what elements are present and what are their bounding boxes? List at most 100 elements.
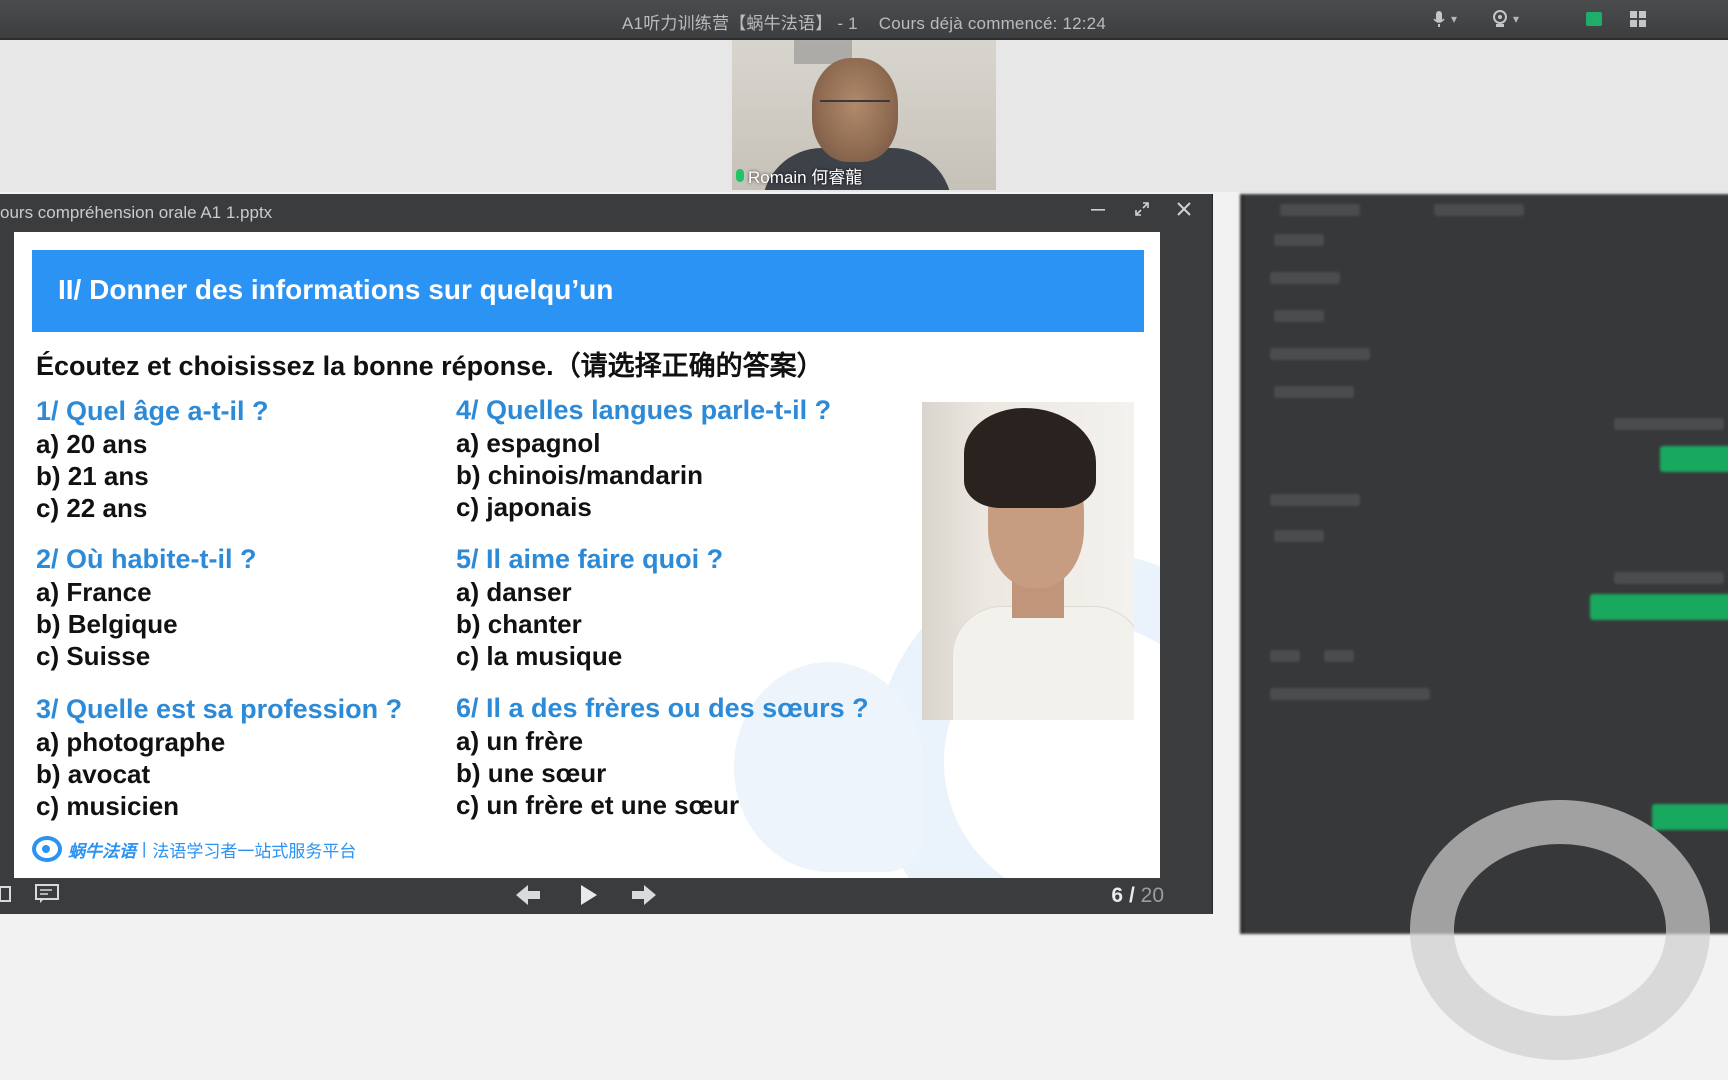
question-title: 1/ Quel âge a-t-il ? [36,396,269,426]
top-title-bar: A1听力训练营【蜗牛法语】 - 1 Cours déjà commencé: 1… [0,0,1728,40]
slide-header: II/ Donner des informations sur quelqu’u… [32,250,1144,332]
question-3: 3/ Quelle est sa profession ? a) photogr… [36,692,402,822]
grid-layout-icon [1630,11,1646,27]
brand-tagline: 法语学习者一站式服务平台 [152,841,357,861]
option: a) France [36,577,152,607]
status-green-icon [1586,12,1602,26]
course-title: A1听力训练营【蜗牛法语】 - 1 [622,14,858,33]
blurred-icon [1270,650,1300,662]
slide-instruction: Écoutez et choisissez la bonne réponse.（… [36,351,824,381]
thumbnail-toggle-button[interactable] [0,882,12,912]
portrait-shirt [952,606,1134,720]
option: c) la musique [456,641,623,671]
portrait-hair [964,408,1096,508]
mic-control[interactable]: ▾ [1432,8,1457,30]
blurred-text [1280,204,1360,216]
option: b) 21 ans [36,461,149,491]
current-page: 6 [1111,884,1124,907]
option: a) 20 ans [36,429,148,459]
notes-button[interactable] [34,882,60,912]
close-icon [1177,202,1191,216]
play-icon [581,885,597,905]
blurred-text [1270,272,1340,284]
blurred-message-bubble [1660,446,1728,472]
option: a) espagnol [456,428,601,458]
blurred-text [1274,310,1324,322]
play-button[interactable] [578,882,600,916]
blurred-icon [1324,650,1354,662]
participant-label: Romain 何睿龍 [736,163,862,188]
question-5: 5/ Il aime faire quoi ? a) danser b) cha… [456,542,723,672]
notes-icon [35,884,59,903]
status-indicator[interactable] [1586,8,1602,30]
option: b) chanter [456,609,582,639]
glasses [820,100,890,116]
blurred-text [1614,572,1724,584]
question-1: 1/ Quel âge a-t-il ? a) 20 ans b) 21 ans… [36,394,269,524]
blurred-text [1274,530,1324,542]
page-separator: / [1128,884,1135,907]
background-watermark [1410,800,1710,1060]
prev-slide-button[interactable] [514,882,542,916]
snail-logo-icon [32,836,62,862]
blurred-text [1270,348,1370,360]
option: c) 22 ans [36,493,148,523]
page-counter: 6 / 20 [1111,884,1164,908]
minimize-button[interactable] [1086,200,1110,224]
option: b) chinois/mandarin [456,460,704,490]
presentation-window: ours compréhension orale A1 1.pptx II/ D… [0,194,1213,914]
option: a) un frère [456,726,584,756]
next-slide-icon [632,885,656,905]
course-status: Cours déjà commencé: 12:24 [878,14,1106,33]
window-title: A1听力训练营【蜗牛法语】 - 1 Cours déjà commencé: 1… [0,9,1728,34]
total-pages: 20 [1140,884,1164,907]
blurred-text [1434,204,1524,216]
brand-footer: 蜗牛法语 | 法语学习者一站式服务平台 [32,836,356,862]
question-4: 4/ Quelles langues parle-t-il ? a) espag… [456,393,831,523]
option: c) musicien [36,791,180,821]
portrait-photo [922,402,1134,720]
camera-icon [1493,10,1507,27]
option: b) une sœur [456,758,607,788]
next-slide-button[interactable] [630,882,658,916]
minimize-icon [1091,209,1105,211]
option: b) avocat [36,759,151,789]
blurred-text [1270,688,1430,700]
option: c) japonais [456,492,592,522]
option: c) Suisse [36,641,151,671]
layout-button[interactable] [1630,8,1646,30]
brand-name: 蜗牛法语 [68,841,136,861]
panel-icon [0,886,11,902]
option: a) danser [456,577,572,607]
blurred-text [1614,418,1724,430]
presentation-filename: ours compréhension orale A1 1.pptx [0,203,273,222]
blurred-send-button[interactable] [1652,804,1728,830]
question-title: 3/ Quelle est sa profession ? [36,694,403,724]
mic-active-icon [736,169,744,182]
question-title: 5/ Il aime faire quoi ? [456,544,724,574]
blurred-text [1270,494,1360,506]
question-title: 6/ Il a des frères ou des sœurs ? [456,693,869,723]
option: a) photographe [36,727,226,757]
blurred-message-bubble [1590,594,1728,620]
maximize-button[interactable] [1130,200,1154,224]
participant-name: Romain 何睿龍 [748,168,863,187]
slide-title: II/ Donner des informations sur quelqu’u… [58,274,614,305]
option: c) un frère et une sœur [456,790,740,820]
blurred-text [1274,234,1324,246]
slide: II/ Donner des informations sur quelqu’u… [14,232,1160,878]
question-title: 2/ Où habite-t-il ? [36,544,257,574]
chevron-down-icon: ▾ [1451,12,1458,26]
question-6: 6/ Il a des frères ou des sœurs ? a) un … [456,691,869,821]
mic-icon [1433,11,1445,27]
presentation-titlebar: ours compréhension orale A1 1.pptx [0,194,1212,230]
brand-divider: | [142,839,147,858]
camera-control[interactable]: ▾ [1492,8,1519,30]
presentation-controls: 6 / 20 [0,880,1212,914]
teacher-video[interactable]: Romain 何睿龍 [732,40,996,190]
chevron-down-icon: ▾ [1513,12,1520,26]
prev-slide-icon [516,885,540,905]
question-2: 2/ Où habite-t-il ? a) France b) Belgiqu… [36,542,257,672]
close-button[interactable] [1172,200,1196,224]
maximize-icon [1135,202,1149,216]
